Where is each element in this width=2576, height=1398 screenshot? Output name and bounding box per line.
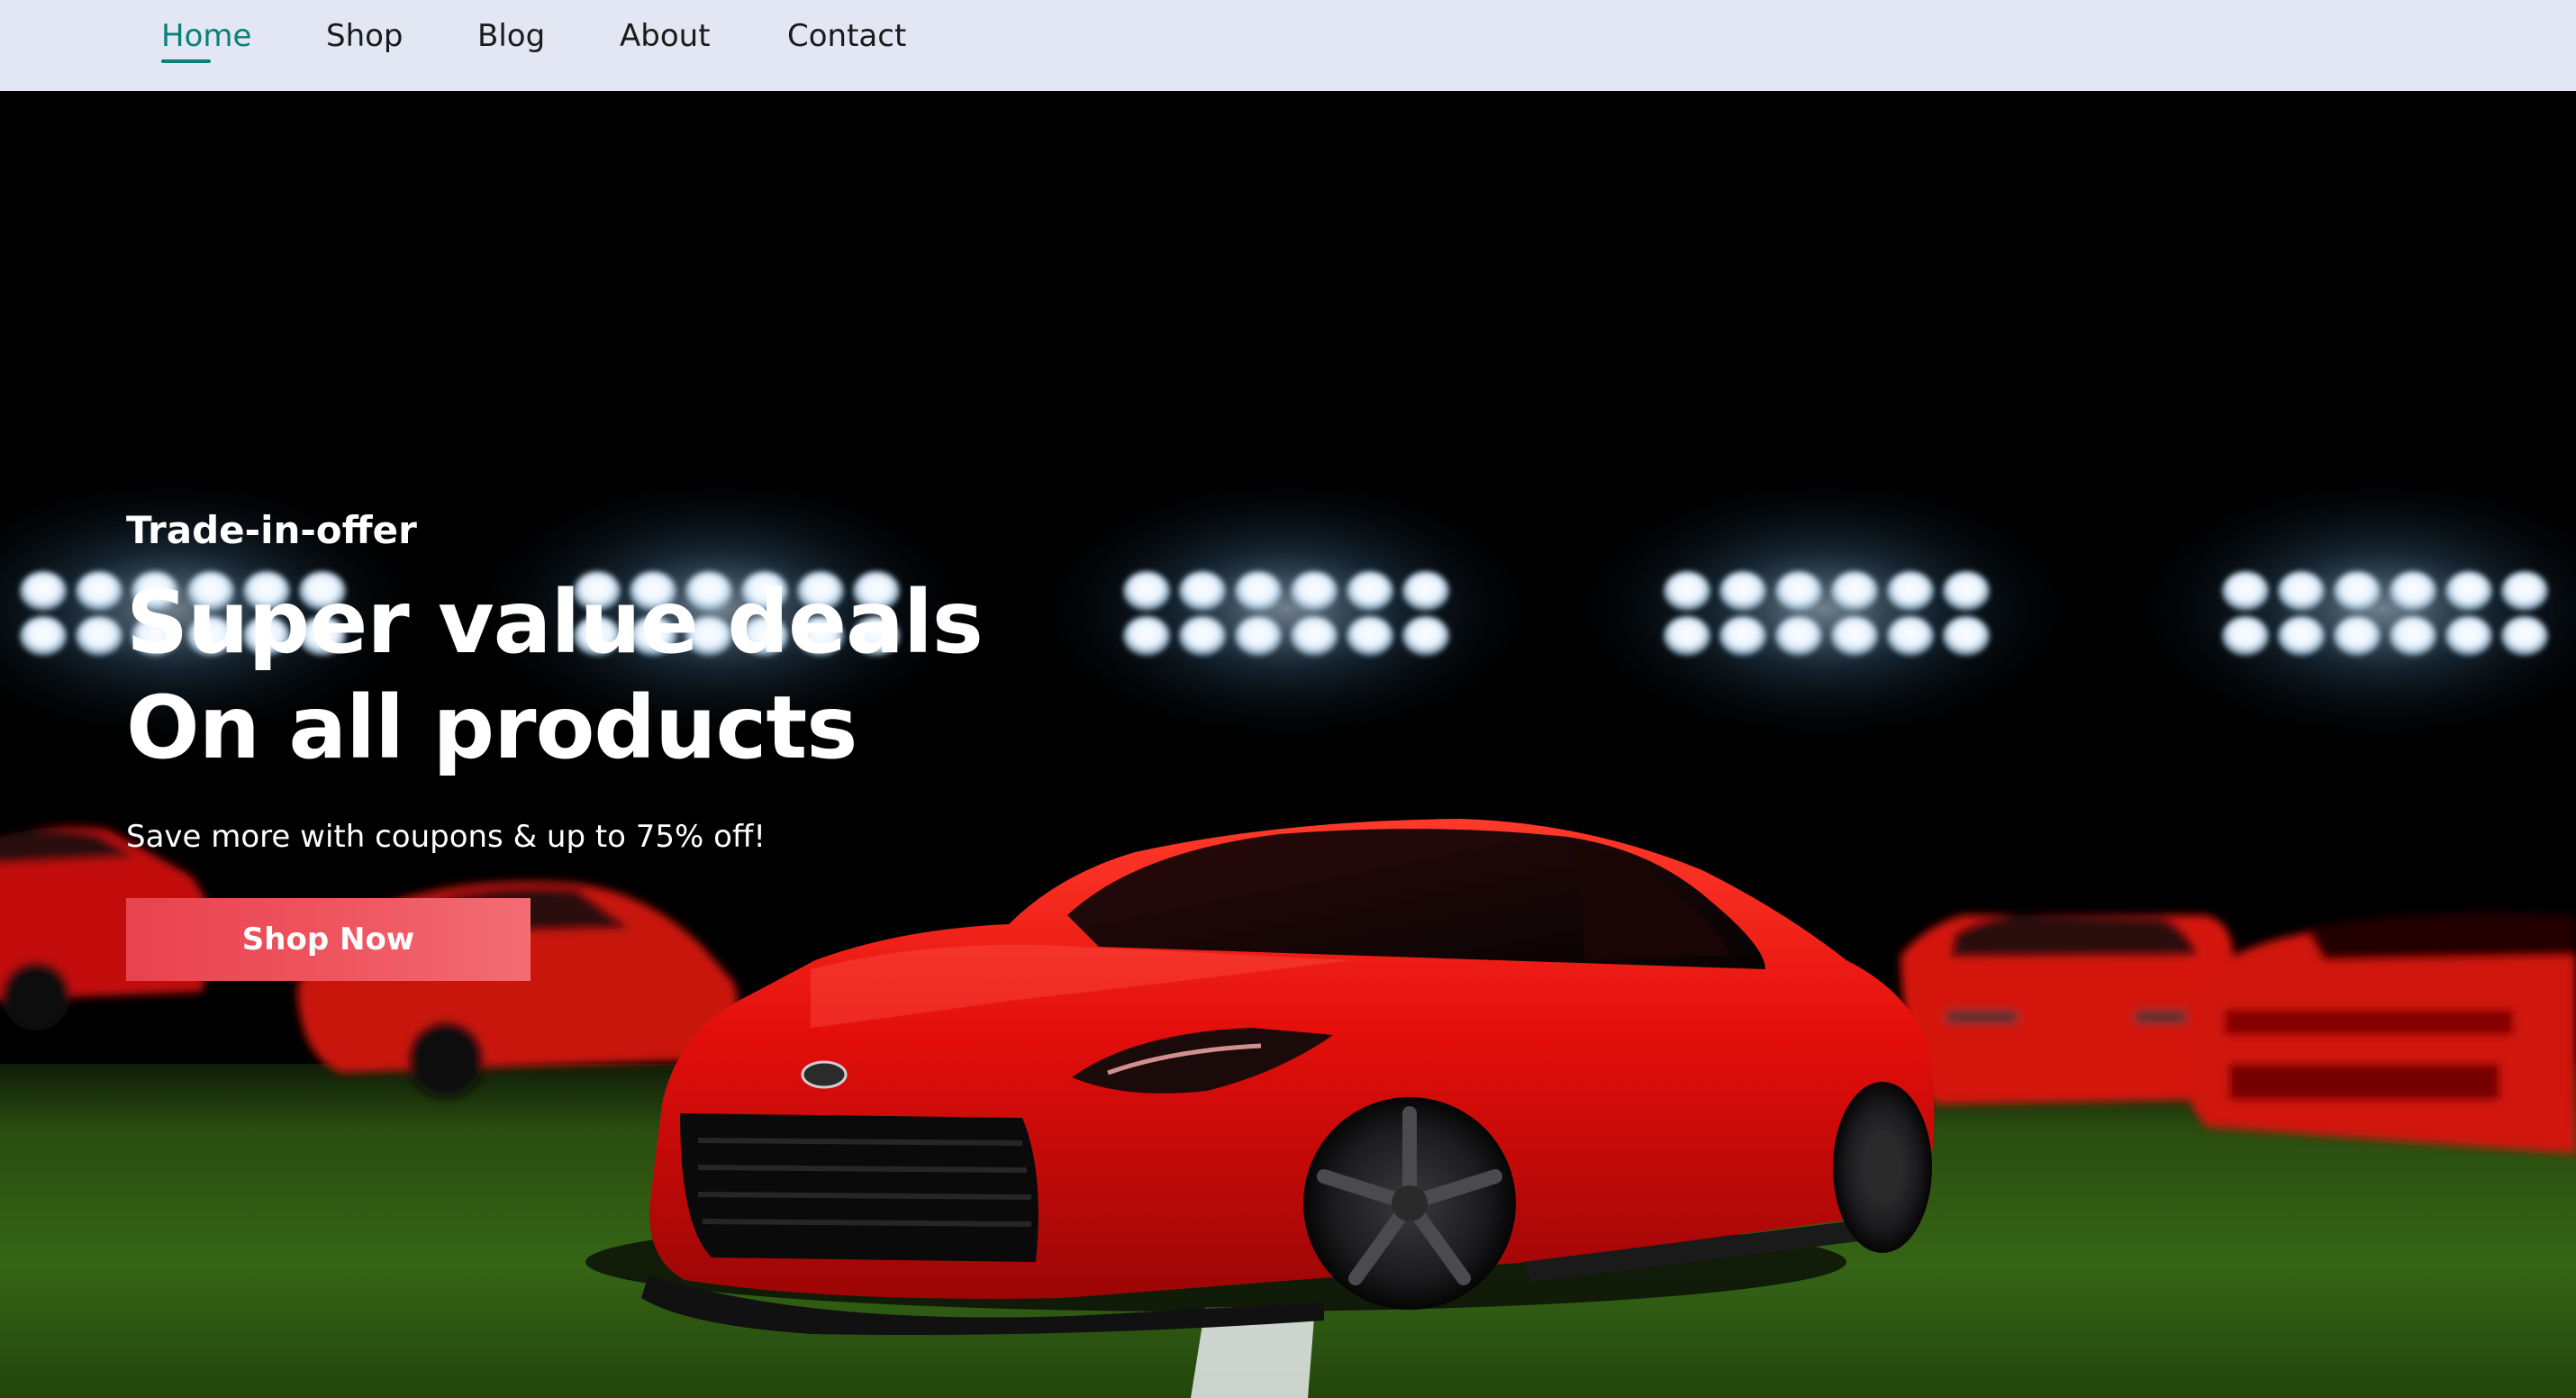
nav-link-about[interactable]: About — [620, 14, 711, 58]
nav-active-indicator — [161, 59, 211, 63]
stadium-light-bulb — [1943, 571, 1990, 611]
stadium-light-bulb — [1775, 616, 1822, 656]
nav-link-contact[interactable]: Contact — [787, 14, 906, 58]
nav-link-home[interactable]: Home — [161, 14, 251, 58]
stadium-light-bulb — [76, 571, 122, 611]
stadium-light-bulb — [1123, 616, 1170, 656]
stadium-light-bulb — [1775, 571, 1822, 611]
stadium-light-bulb — [1887, 616, 1934, 656]
stadium-light-bulb — [2278, 616, 2325, 656]
stadium-light-bulb — [2222, 571, 2269, 611]
stadium-light-bulb — [1235, 571, 1282, 611]
stadium-light-bulb — [20, 571, 67, 611]
nav-link-shop[interactable]: Shop — [326, 14, 404, 58]
stadium-light-bulb — [1402, 571, 1449, 611]
stadium-light-bulb — [1831, 616, 1878, 656]
stadium-light-bulb — [2390, 616, 2436, 656]
stadium-light-bulb — [1291, 571, 1338, 611]
stadium-light-bulb — [2445, 616, 2492, 656]
hero-subtext: Save more with coupons & up to 75% off! — [126, 819, 766, 855]
stadium-light-bulb — [1347, 616, 1393, 656]
stadium-light-bulb — [1291, 616, 1338, 656]
hero-headline-line2: On all products — [126, 677, 857, 778]
stadium-light-bulb — [1347, 571, 1393, 611]
stadium-light-bulb — [2501, 571, 2548, 611]
hero-banner: Trade-in-offer Super value deals On all … — [0, 91, 2576, 1398]
stadium-light-bulb — [2390, 571, 2436, 611]
hero-kicker: Trade-in-offer — [126, 508, 417, 552]
stadium-light-bulb — [1235, 616, 1282, 656]
stadium-light-bulb — [2501, 616, 2548, 656]
stadium-light-bulb — [1887, 571, 1934, 611]
stadium-light-bulb — [1943, 616, 1990, 656]
stadium-light-bulb — [2222, 616, 2269, 656]
stadium-light-bulb — [1664, 616, 1710, 656]
top-navbar: Home Shop Blog About Contact — [0, 0, 2576, 91]
nav-link-blog[interactable]: Blog — [477, 14, 545, 58]
stadium-light-bulb — [1831, 571, 1878, 611]
stadium-light-bulb — [1179, 571, 1226, 611]
hero-headline-line1: Super value deals — [126, 572, 984, 673]
stadium-light-bulb — [2445, 571, 2492, 611]
shop-now-button[interactable]: Shop Now — [126, 898, 531, 981]
stadium-light-bulb — [1664, 571, 1710, 611]
stadium-light-bulb — [1179, 616, 1226, 656]
stadium-light-bulb — [1719, 571, 1766, 611]
stadium-light-bulb — [2278, 571, 2325, 611]
stadium-light-bulb — [1719, 616, 1766, 656]
stadium-light-bulb — [2334, 616, 2381, 656]
stadium-light-bulb — [2334, 571, 2381, 611]
stadium-light-bulb — [1123, 571, 1170, 611]
stadium-light-bulb — [76, 616, 122, 656]
stadium-light-bulb — [1402, 616, 1449, 656]
stadium-light-bulb — [20, 616, 67, 656]
